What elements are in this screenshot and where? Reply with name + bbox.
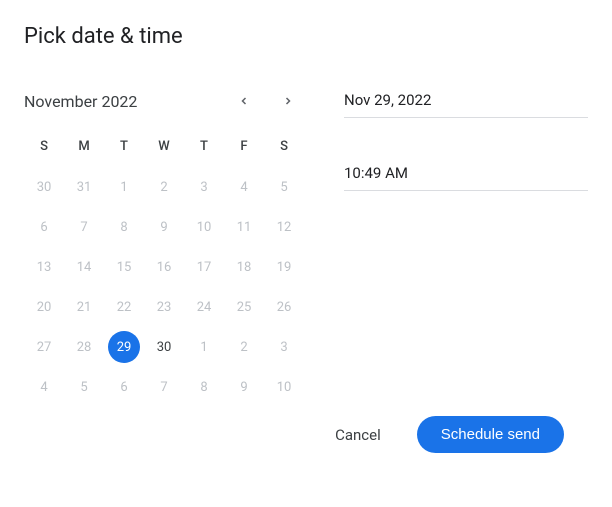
chevron-left-icon [238,92,250,111]
calendar-day[interactable]: 13 [24,247,64,287]
month-label: November 2022 [24,92,216,111]
calendar-day[interactable]: 17 [184,247,224,287]
calendar-day[interactable]: 19 [264,247,304,287]
calendar: November 2022 SMTWTFS 303112345678910111… [24,85,304,407]
calendar-day[interactable]: 7 [64,207,104,247]
calendar-day[interactable]: 20 [24,287,64,327]
calendar-day[interactable]: 26 [264,287,304,327]
calendar-day[interactable]: 8 [104,207,144,247]
time-input[interactable] [344,158,588,191]
calendar-day[interactable]: 6 [24,207,64,247]
calendar-day[interactable]: 6 [104,367,144,407]
chevron-right-icon [282,92,294,111]
calendar-day[interactable]: 22 [104,287,144,327]
calendar-day[interactable]: 30 [24,167,64,207]
weekday-header: W [144,135,184,159]
calendar-day[interactable]: 29 [108,331,140,363]
cancel-button[interactable]: Cancel [323,418,393,452]
weekday-header: T [104,135,144,159]
schedule-send-button[interactable]: Schedule send [417,416,564,453]
weekday-row: SMTWTFS [24,135,304,159]
calendar-day[interactable]: 10 [264,367,304,407]
days-grid: 3031123456789101112131415161718192021222… [24,167,304,407]
calendar-day[interactable]: 1 [184,327,224,367]
calendar-day[interactable]: 5 [64,367,104,407]
calendar-day[interactable]: 23 [144,287,184,327]
weekday-header: T [184,135,224,159]
dialog-title: Pick date & time [24,24,588,49]
calendar-day[interactable]: 10 [184,207,224,247]
prev-month-button[interactable] [228,85,260,117]
date-input[interactable] [344,85,588,118]
calendar-day[interactable]: 28 [64,327,104,367]
calendar-day[interactable]: 30 [144,327,184,367]
calendar-day[interactable]: 11 [224,207,264,247]
calendar-day[interactable]: 4 [24,367,64,407]
calendar-day[interactable]: 9 [224,367,264,407]
calendar-day[interactable]: 16 [144,247,184,287]
calendar-day[interactable]: 12 [264,207,304,247]
calendar-day[interactable]: 1 [104,167,144,207]
calendar-day[interactable]: 18 [224,247,264,287]
calendar-day[interactable]: 27 [24,327,64,367]
calendar-day[interactable]: 24 [184,287,224,327]
weekday-header: M [64,135,104,159]
weekday-header: S [264,135,304,159]
calendar-day[interactable]: 25 [224,287,264,327]
calendar-day[interactable]: 3 [264,327,304,367]
calendar-day[interactable]: 7 [144,367,184,407]
calendar-day[interactable]: 5 [264,167,304,207]
calendar-day[interactable]: 2 [224,327,264,367]
weekday-header: F [224,135,264,159]
calendar-day[interactable]: 15 [104,247,144,287]
calendar-day[interactable]: 14 [64,247,104,287]
next-month-button[interactable] [272,85,304,117]
calendar-day[interactable]: 2 [144,167,184,207]
calendar-day[interactable]: 4 [224,167,264,207]
calendar-day[interactable]: 9 [144,207,184,247]
calendar-day[interactable]: 21 [64,287,104,327]
calendar-day[interactable]: 31 [64,167,104,207]
calendar-day[interactable]: 8 [184,367,224,407]
calendar-day[interactable]: 3 [184,167,224,207]
weekday-header: S [24,135,64,159]
